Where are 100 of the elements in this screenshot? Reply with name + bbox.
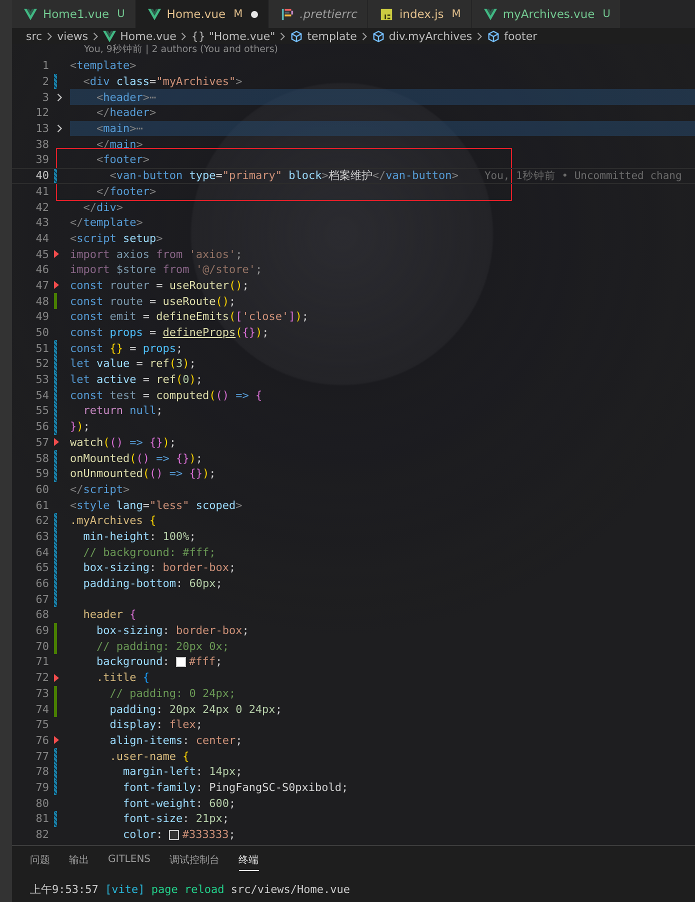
line-number: 75 xyxy=(34,718,49,732)
code-line: color: #333333; xyxy=(122,827,236,842)
prettier-logo-icon xyxy=(280,8,294,20)
chevron-right-icon xyxy=(46,32,54,40)
vue-logo-icon xyxy=(484,8,497,20)
line-number: 81 xyxy=(34,812,49,826)
breadcrumb-item[interactable]: src xyxy=(26,30,42,42)
line-number: 2 xyxy=(41,75,49,88)
line-number: 13 xyxy=(34,122,49,136)
line-number: 60 xyxy=(34,482,49,496)
code-line: .title { xyxy=(95,670,150,686)
code-line: box-sizing: border-box; xyxy=(95,623,249,638)
chevron-right-icon xyxy=(92,32,100,40)
unsaved-dot-icon xyxy=(250,10,258,18)
code-line: const props = defineProps({}); xyxy=(70,325,269,340)
line-number: 47 xyxy=(34,278,49,292)
panel-tab[interactable]: 终端 xyxy=(238,850,259,870)
line-number: 66 xyxy=(34,577,49,590)
line-number: 51 xyxy=(34,342,49,355)
terminal-line: 上午9:53:57 [vite] page reload src/views/Home.vue xyxy=(30,882,352,897)
panel-tab[interactable]: GITLENS xyxy=(108,851,151,869)
line-number: 73 xyxy=(34,686,49,700)
line-number: 62 xyxy=(34,514,49,528)
code-line: <header>⋯ xyxy=(95,90,156,106)
code-line: </header> xyxy=(95,105,156,121)
code-line: // padding: 20px 0x; xyxy=(95,638,229,654)
line-number: 69 xyxy=(34,624,49,638)
cube-icon xyxy=(290,30,304,42)
line-number: 39 xyxy=(34,153,49,166)
code-line: const route = useRoute(); xyxy=(70,294,236,309)
fold-chevron-icon[interactable] xyxy=(56,124,63,134)
line-number: 59 xyxy=(34,467,49,480)
line-number: 65 xyxy=(34,561,49,574)
code-line: </div> xyxy=(82,200,123,215)
fold-chevron-icon[interactable] xyxy=(56,92,63,102)
code-line: min-height: 100%; xyxy=(82,528,196,544)
deleted-line-marker xyxy=(54,674,59,682)
line-number: 72 xyxy=(34,671,49,684)
breadcrumb-item[interactable]: views xyxy=(57,30,88,42)
cube-icon xyxy=(487,30,500,42)
breadcrumb-item[interactable]: template xyxy=(307,30,357,42)
code-line: const test = computed(() => { xyxy=(70,388,262,404)
code-line: watch(() => {}); xyxy=(70,434,176,450)
line-number: 49 xyxy=(34,310,49,324)
editor-tab[interactable]: Home1.vue U xyxy=(12,0,136,28)
vue-logo-icon xyxy=(24,8,37,20)
code-line: </script> xyxy=(70,482,130,498)
deleted-line-marker xyxy=(54,250,59,258)
code-line: import axios from 'axios'; xyxy=(70,246,242,262)
chevron-right-icon xyxy=(279,32,286,40)
code-line: import $store from '@/store'; xyxy=(70,262,262,278)
editor-tab[interactable]: index.js M xyxy=(368,0,472,28)
code-line: <template> xyxy=(70,58,136,74)
editor-tab[interactable]: myArchives.vue U xyxy=(472,0,622,28)
js-file-icon xyxy=(380,8,394,20)
cube-icon xyxy=(372,30,385,42)
breadcrumb-item[interactable]: Home.vue xyxy=(120,30,176,42)
blame-annotation: You, 9秒钟前 | 2 authors (You and others) xyxy=(83,44,279,57)
line-number: 77 xyxy=(34,750,49,763)
line-number: 40 xyxy=(34,169,49,182)
code-line: }); xyxy=(70,419,90,434)
code-line: header { xyxy=(82,607,136,623)
panel-tab[interactable]: 问题 xyxy=(30,850,50,870)
line-number: 57 xyxy=(34,436,49,449)
line-number: 61 xyxy=(34,498,49,512)
line-number: 41 xyxy=(34,184,49,198)
breadcrumb-item[interactable]: footer xyxy=(504,30,538,42)
line-number: 46 xyxy=(34,263,49,276)
line-number: 1 xyxy=(41,59,49,72)
code-line: onUnmounted(() => {}); xyxy=(70,466,216,482)
editor-tab[interactable]: .prettierrc xyxy=(268,0,368,28)
breadcrumb-item[interactable]: {} "Home.vue" xyxy=(191,30,276,42)
line-number: 63 xyxy=(34,530,49,543)
line-number: 82 xyxy=(34,828,49,842)
line-number: 64 xyxy=(34,546,49,559)
code-line: // background: #fff; xyxy=(82,544,216,560)
panel-tab[interactable]: 输出 xyxy=(69,850,89,870)
code-line: </template> xyxy=(70,215,143,231)
code-line: font-size: 21px; xyxy=(122,811,229,827)
line-number: 68 xyxy=(34,608,49,622)
chevron-right-icon xyxy=(476,32,484,40)
code-line: background: #fff; xyxy=(95,654,222,670)
code-line: display: flex; xyxy=(108,717,202,733)
code-line: onMounted(() => {}); xyxy=(70,450,202,466)
line-number: 54 xyxy=(34,388,49,402)
code-line: <footer> xyxy=(95,152,150,168)
breadcrumb-item[interactable]: div.myArchives xyxy=(388,30,472,42)
code-line: <div class="myArchives"> xyxy=(82,74,242,90)
code-line: <script setup> xyxy=(70,230,163,246)
code-line: margin-left: 14px; xyxy=(122,764,242,780)
line-number: 67 xyxy=(34,592,49,606)
code-line: font-family: PingFangSC-S0pxibold; xyxy=(122,780,348,796)
panel-tab[interactable]: 调试控制台 xyxy=(170,850,220,870)
chevron-right-icon xyxy=(360,32,368,40)
code-line: padding: 20px 24px 0 24px; xyxy=(108,702,282,717)
code-line: </footer> xyxy=(95,184,156,200)
code-line: .myArchives { xyxy=(70,513,156,529)
code-line: align-items: center; xyxy=(108,732,242,748)
code-line: const emit = defineEmits(['close']); xyxy=(70,309,308,325)
editor-tab[interactable]: Home.vue M xyxy=(136,0,269,28)
